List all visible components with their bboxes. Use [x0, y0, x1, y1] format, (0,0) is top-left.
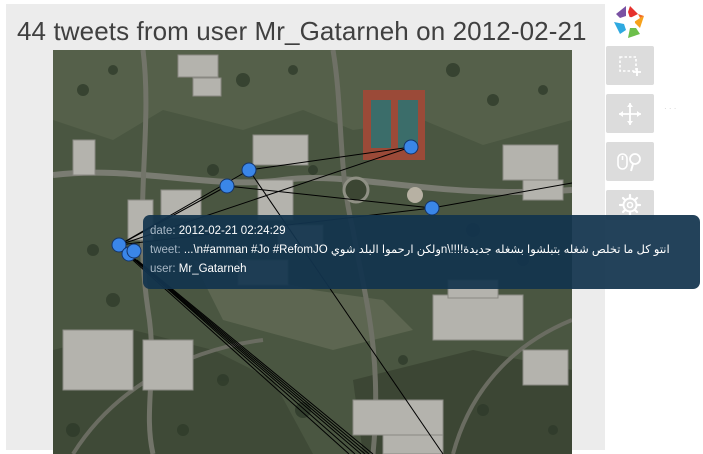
tooltip-user-label: user: — [150, 263, 176, 275]
chart-title: 44 tweets from user Mr_Gatarneh on 2012-… — [17, 16, 587, 46]
tweet-point[interactable] — [403, 139, 419, 155]
pan-decor: · · · — [664, 104, 677, 113]
tooltip-date-row: date: 2012-02-21 02:24:29 — [150, 224, 700, 243]
tooltip-tweet-label: tweet: — [150, 244, 181, 256]
tooltip-date-label: date: — [150, 225, 176, 237]
box-select-icon — [619, 55, 641, 76]
tooltip-user-row: user: Mr_Gatarneh — [150, 262, 700, 281]
tweet-point[interactable] — [126, 243, 142, 259]
pan-move-icon — [619, 102, 641, 125]
gear-icon — [618, 193, 642, 217]
hover-tooltip: date: 2012-02-21 02:24:29 tweet: ...\n#a… — [143, 215, 700, 289]
tooltip-user-value: Mr_Gatarneh — [178, 263, 247, 275]
plot-logo-icon[interactable] — [611, 3, 649, 41]
tooltip-date-value: 2012-02-21 02:24:29 — [178, 225, 286, 237]
wheel-zoom-button[interactable] — [606, 142, 654, 181]
tweet-point[interactable] — [241, 162, 257, 178]
tweet-point[interactable] — [219, 178, 235, 194]
box-select-button[interactable] — [606, 46, 654, 85]
tweet-point[interactable] — [424, 200, 440, 216]
pan-button[interactable]: · · · — [606, 94, 676, 133]
tooltip-tweet-row: tweet: ...\n#amman #Jo #RefomJO ولكن ارح… — [150, 243, 700, 262]
mouse-wheel-zoom-icon — [617, 152, 641, 171]
tooltip-tweet-value: ...\n#amman #Jo #RefomJO ولكن ارحموا الب… — [183, 244, 670, 256]
